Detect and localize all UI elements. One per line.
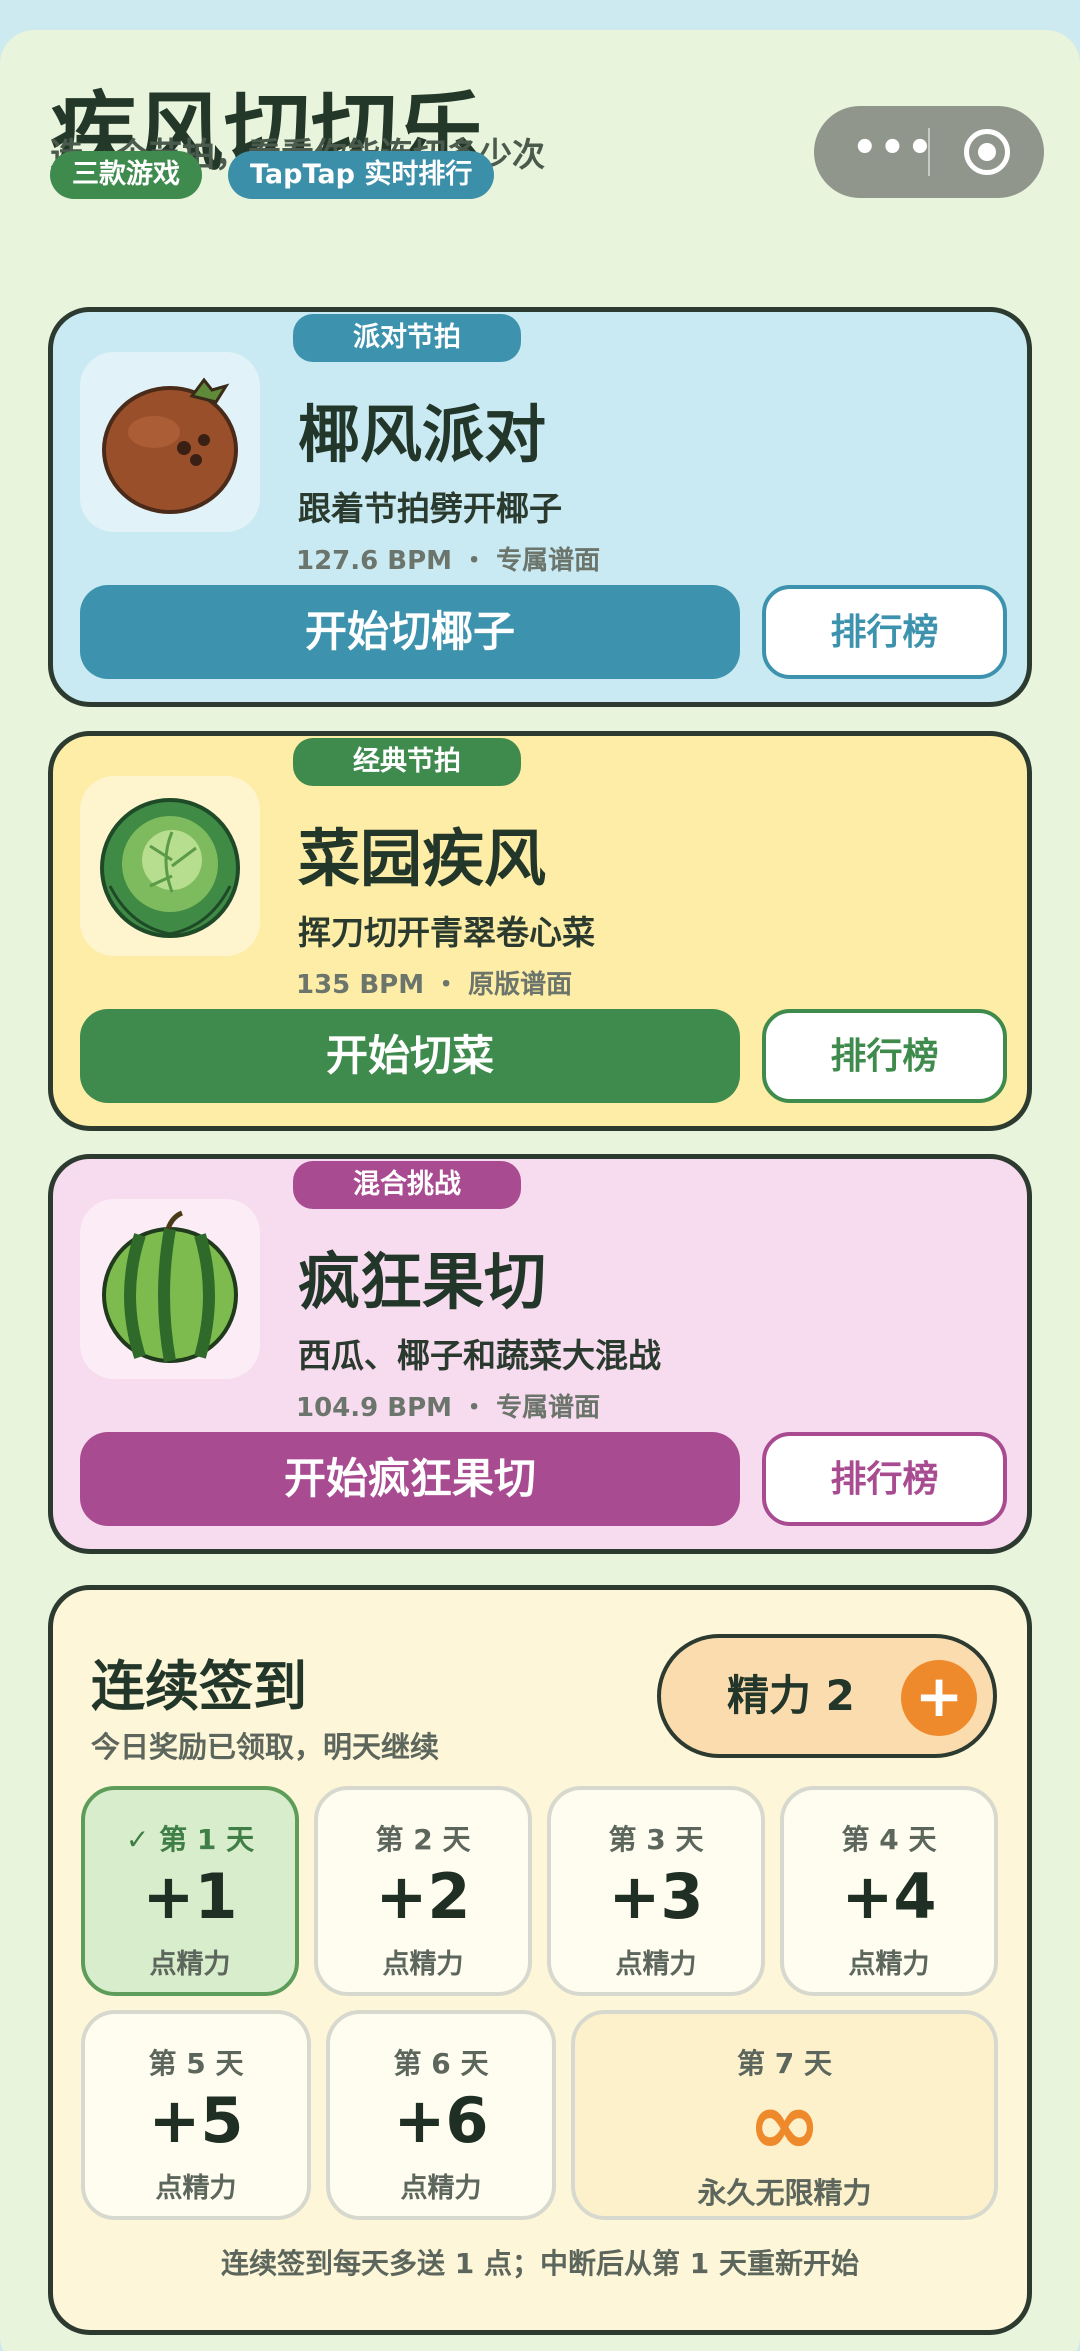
game-image-frame bbox=[80, 352, 260, 532]
checkin-day-1[interactable]: ✓ 第 1 天 +1 点精力 bbox=[81, 1786, 299, 1996]
game-card-watermelon: 混合挑战 疯狂果切 西瓜、椰子和蔬菜大混战 104.9 BPM ・ 专属谱面 开… bbox=[48, 1154, 1032, 1554]
day-reward: +1 bbox=[142, 1860, 238, 1933]
day-unit: 点精力 bbox=[615, 1949, 697, 1980]
taptap-ranking-pill: TapTap 实时排行 bbox=[228, 151, 495, 199]
game-description: 跟着节拍劈开椰子 bbox=[298, 489, 562, 528]
game-tag: 派对节拍 bbox=[293, 314, 521, 362]
day-label: 第 5 天 bbox=[148, 2047, 244, 2080]
target-icon[interactable] bbox=[964, 129, 1010, 175]
game-card-cabbage: 经典节拍 菜园疾风 挥刀切开青翠卷心菜 135 BPM ・ 原版谱面 开始切菜 … bbox=[48, 731, 1032, 1131]
checkin-day-7[interactable]: 第 7 天 ∞ 永久无限精力 bbox=[571, 2010, 998, 2220]
game-card-coconut: 派对节拍 椰风派对 跟着节拍劈开椰子 127.6 BPM ・ 专属谱面 开始切椰… bbox=[48, 307, 1032, 707]
mini-program-capsule: ••• bbox=[814, 106, 1044, 198]
day-label: 第 4 天 bbox=[841, 1823, 937, 1856]
infinity-icon: ∞ bbox=[747, 2072, 822, 2175]
game-name: 菜园疾风 bbox=[298, 822, 547, 895]
checkin-day-3[interactable]: 第 3 天 +3 点精力 bbox=[547, 1786, 765, 1996]
checkin-title: 连续签到 bbox=[91, 1655, 307, 1718]
checkin-day-4[interactable]: 第 4 天 +4 点精力 bbox=[780, 1786, 998, 1996]
day-reward: +2 bbox=[375, 1860, 471, 1933]
leaderboard-button[interactable]: 排行榜 bbox=[762, 585, 1007, 679]
stamina-counter[interactable]: 精力 2 + bbox=[657, 1634, 997, 1758]
page-background: 疾风切切乐 选一个节拍，看看你能连切多少次 三款游戏 TapTap 实时排行 •… bbox=[0, 30, 1080, 2351]
day-label: 第 3 天 bbox=[608, 1823, 704, 1856]
game-tag: 经典节拍 bbox=[293, 738, 521, 786]
game-meta: 104.9 BPM ・ 专属谱面 bbox=[296, 1393, 601, 1423]
game-image-frame bbox=[80, 776, 260, 956]
checkin-day-5[interactable]: 第 5 天 +5 点精力 bbox=[81, 2010, 311, 2220]
daily-checkin-panel: 连续签到 今日奖励已领取，明天继续 精力 2 + ✓ 第 1 天 +1 点精力 … bbox=[48, 1585, 1032, 2335]
day-label: ✓ 第 1 天 bbox=[125, 1823, 255, 1856]
add-stamina-icon[interactable]: + bbox=[901, 1660, 977, 1736]
game-meta: 127.6 BPM ・ 专属谱面 bbox=[296, 546, 601, 576]
game-description: 挥刀切开青翠卷心菜 bbox=[298, 913, 595, 952]
day-unit: 点精力 bbox=[848, 1949, 930, 1980]
stamina-label: 精力 2 bbox=[727, 1671, 855, 1720]
cabbage-icon bbox=[100, 798, 240, 938]
day-unit: 点精力 bbox=[155, 2173, 237, 2204]
game-name: 椰风派对 bbox=[298, 398, 547, 471]
coconut-icon bbox=[102, 377, 238, 514]
day-unit: 永久无限精力 bbox=[697, 2176, 872, 2210]
game-tag: 混合挑战 bbox=[293, 1161, 521, 1209]
start-cabbage-button[interactable]: 开始切菜 bbox=[80, 1009, 740, 1103]
start-fruit-frenzy-button[interactable]: 开始疯狂果切 bbox=[80, 1432, 740, 1526]
watermelon-icon bbox=[102, 1210, 238, 1363]
day-unit: 点精力 bbox=[382, 1949, 464, 1980]
game-meta: 135 BPM ・ 原版谱面 bbox=[296, 970, 573, 1000]
day-reward: +3 bbox=[608, 1860, 704, 1933]
day-unit: 点精力 bbox=[149, 1949, 231, 1980]
day-reward: +4 bbox=[841, 1860, 937, 1933]
checkin-day-6[interactable]: 第 6 天 +6 点精力 bbox=[326, 2010, 556, 2220]
start-coconut-button[interactable]: 开始切椰子 bbox=[80, 585, 740, 679]
day-reward: +6 bbox=[393, 2084, 489, 2157]
game-name: 疯狂果切 bbox=[298, 1245, 547, 1318]
game-image-frame bbox=[80, 1199, 260, 1379]
checkin-status: 今日奖励已领取，明天继续 bbox=[91, 1730, 440, 1764]
more-dots-icon[interactable]: ••• bbox=[852, 106, 933, 198]
leaderboard-button[interactable]: 排行榜 bbox=[762, 1432, 1007, 1526]
day-reward: +5 bbox=[148, 2084, 244, 2157]
game-description: 西瓜、椰子和蔬菜大混战 bbox=[298, 1336, 661, 1375]
day-label: 第 6 天 bbox=[393, 2047, 489, 2080]
capsule-divider bbox=[928, 128, 930, 176]
day-label: 第 2 天 bbox=[375, 1823, 471, 1856]
games-count-pill: 三款游戏 bbox=[50, 151, 202, 199]
checkin-day-2[interactable]: 第 2 天 +2 点精力 bbox=[314, 1786, 532, 1996]
leaderboard-button[interactable]: 排行榜 bbox=[762, 1009, 1007, 1103]
checkin-rule-note: 连续签到每天多送 1 点；中断后从第 1 天重新开始 bbox=[221, 2247, 859, 2280]
day-unit: 点精力 bbox=[400, 2173, 482, 2204]
